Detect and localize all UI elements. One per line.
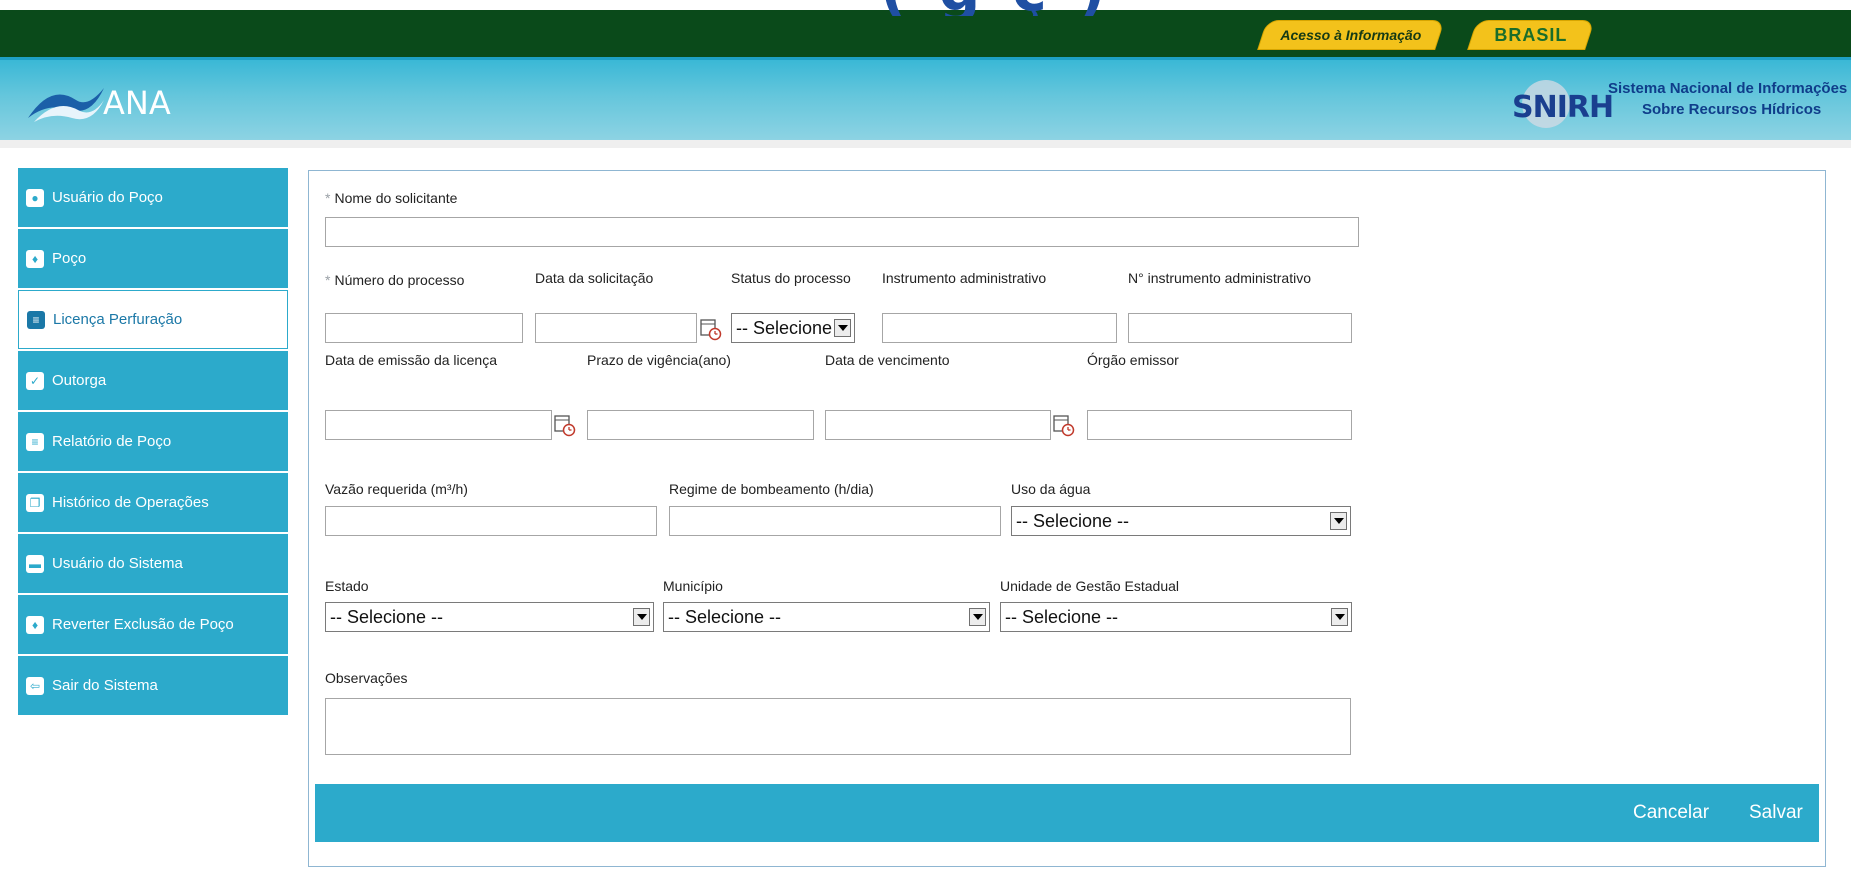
required-marker: * bbox=[325, 272, 331, 288]
calendar-icon[interactable] bbox=[554, 413, 576, 437]
access-information-label: Acesso à Informação bbox=[1280, 27, 1422, 43]
estado-label: Estado bbox=[325, 578, 369, 594]
nome-solicitante-label: * Nome do solicitante bbox=[325, 190, 457, 206]
sidebar-item-outorga[interactable]: ✓ Outorga bbox=[18, 351, 288, 410]
sidebar-item-label: Histórico de Operações bbox=[52, 494, 209, 511]
uso-agua-select[interactable]: -- Selecione -- bbox=[1011, 506, 1351, 536]
sidebar-item-label: Sair do Sistema bbox=[52, 677, 158, 694]
n-instrumento-admin-label: N° instrumento administrativo bbox=[1128, 270, 1311, 286]
ana-logo-text: ANA bbox=[103, 84, 171, 122]
nome-solicitante-input[interactable] bbox=[325, 217, 1359, 247]
vazao-requerida-input[interactable] bbox=[325, 506, 657, 536]
unidade-gestao-label: Unidade de Gestão Estadual bbox=[1000, 578, 1180, 594]
checklist-icon: ✓ bbox=[26, 371, 44, 390]
municipio-label: Município bbox=[663, 578, 723, 594]
form-action-bar: Cancelar Salvar bbox=[315, 784, 1819, 842]
license-form-panel: * Nome do solicitante * Número do processo… bbox=[308, 170, 1826, 867]
estado-value: -- Selecione -- bbox=[330, 607, 444, 627]
chevron-down-icon bbox=[969, 608, 986, 626]
cancel-button[interactable]: Cancelar bbox=[1633, 802, 1709, 824]
snirh-subtitle-line-1: Sistema Nacional de Informações bbox=[1608, 80, 1848, 97]
numero-processo-label: * Número do processo bbox=[325, 272, 464, 288]
orgao-emissor-input[interactable] bbox=[1087, 410, 1352, 440]
vazao-requerida-label: Vazão requerida (m³/h) bbox=[325, 481, 468, 497]
instrumento-admin-input[interactable] bbox=[882, 313, 1117, 343]
uso-agua-label: Uso da água bbox=[1011, 481, 1091, 497]
report-icon: ≡ bbox=[26, 432, 44, 451]
exit-icon: ⇦ bbox=[26, 676, 44, 695]
municipio-select[interactable]: -- Selecione -- bbox=[663, 602, 990, 632]
monitor-icon: ▬ bbox=[26, 554, 44, 573]
status-processo-value: -- Selecione -- bbox=[736, 318, 850, 338]
sidebar-item-reverter-exclusao-de-poco[interactable]: ♦ Reverter Exclusão de Poço bbox=[18, 595, 288, 654]
data-emissao-label: Data de emissão da licença bbox=[325, 352, 497, 368]
sidebar-item-label: Outorga bbox=[52, 372, 107, 389]
observacoes-textarea[interactable] bbox=[325, 698, 1351, 755]
required-marker: * bbox=[325, 190, 331, 206]
brasil-label: BRASIL bbox=[1494, 25, 1568, 45]
page: ( g ç ) Acesso à Informação BRASIL ANA S… bbox=[0, 0, 1851, 874]
sidebar-item-relatorio-de-poco[interactable]: ≡ Relatório de Poço bbox=[18, 412, 288, 471]
drop-icon: ♦ bbox=[26, 615, 44, 634]
user-icon: ● bbox=[26, 188, 44, 207]
sidebar-item-label: Usuário do Sistema bbox=[52, 555, 183, 572]
status-processo-select[interactable]: -- Selecione -- bbox=[731, 313, 855, 343]
data-solicitacao-label: Data da solicitação bbox=[535, 270, 654, 286]
numero-processo-label-text: Número do processo bbox=[334, 272, 465, 288]
municipio-value: -- Selecione -- bbox=[668, 607, 782, 627]
document-icon: ≡ bbox=[27, 310, 45, 329]
sidebar-item-label: Licença Perfuração bbox=[53, 311, 183, 328]
sidebar-item-label: Poço bbox=[52, 250, 87, 267]
access-information-link[interactable]: Acesso à Informação bbox=[1257, 20, 1445, 50]
nome-solicitante-label-text: Nome do solicitante bbox=[334, 190, 458, 206]
orgao-emissor-label: Órgão emissor bbox=[1087, 352, 1179, 368]
observacoes-label: Observações bbox=[325, 670, 408, 686]
ana-logo-icon bbox=[28, 88, 104, 122]
calendar-icon[interactable] bbox=[700, 317, 722, 341]
instrumento-admin-label: Instrumento administrativo bbox=[882, 270, 1047, 286]
estado-select[interactable]: -- Selecione -- bbox=[325, 602, 654, 632]
chevron-down-icon bbox=[834, 319, 851, 337]
data-emissao-input[interactable] bbox=[325, 410, 552, 440]
sidebar-item-licenca-perfuracao[interactable]: ≡ Licença Perfuração bbox=[18, 290, 288, 349]
sidebar-item-usuario-do-sistema[interactable]: ▬ Usuário do Sistema bbox=[18, 534, 288, 593]
status-processo-label: Status do processo bbox=[731, 270, 851, 286]
clipped-page-title: ( g ç ) bbox=[880, 0, 1851, 16]
sidebar-item-label: Usuário do Poço bbox=[52, 189, 163, 206]
brasil-link[interactable]: BRASIL bbox=[1467, 20, 1595, 50]
calendar-icon[interactable] bbox=[1053, 413, 1075, 437]
prazo-vigencia-label: Prazo de vigência(ano) bbox=[587, 352, 731, 368]
sidebar-menu: ● Usuário do Poço ♦ Poço ≡ Licença Perfu… bbox=[18, 168, 288, 717]
data-vencimento-input[interactable] bbox=[825, 410, 1051, 440]
data-vencimento-label: Data de vencimento bbox=[825, 352, 950, 368]
uso-agua-value: -- Selecione -- bbox=[1016, 511, 1130, 531]
unidade-gestao-select[interactable]: -- Selecione -- bbox=[1000, 602, 1352, 632]
sidebar-item-historico-de-operacoes[interactable]: ❐ Histórico de Operações bbox=[18, 473, 288, 532]
chevron-down-icon bbox=[633, 608, 650, 626]
prazo-vigencia-input[interactable] bbox=[587, 410, 814, 440]
history-icon: ❐ bbox=[26, 493, 44, 512]
n-instrumento-admin-input[interactable] bbox=[1128, 313, 1352, 343]
numero-processo-input[interactable] bbox=[325, 313, 523, 343]
sidebar-item-label: Relatório de Poço bbox=[52, 433, 172, 450]
sidebar-item-label: Reverter Exclusão de Poço bbox=[52, 616, 234, 633]
sidebar-item-usuario-do-poco[interactable]: ● Usuário do Poço bbox=[18, 168, 288, 227]
app-header: ANA SNIRH Sistema Nacional de Informaçõe… bbox=[0, 57, 1851, 140]
regime-bombeamento-label: Regime de bombeamento (h/dia) bbox=[669, 481, 874, 497]
data-solicitacao-input[interactable] bbox=[535, 313, 697, 343]
regime-bombeamento-input[interactable] bbox=[669, 506, 1001, 536]
chevron-down-icon bbox=[1331, 608, 1348, 626]
save-button[interactable]: Salvar bbox=[1749, 802, 1803, 824]
sidebar-item-sair-do-sistema[interactable]: ⇦ Sair do Sistema bbox=[18, 656, 288, 715]
snirh-subtitle-line-2: Sobre Recursos Hídricos bbox=[1642, 101, 1822, 118]
chevron-down-icon bbox=[1330, 512, 1347, 530]
snirh-logo-text: SNIRH bbox=[1512, 90, 1614, 125]
drop-icon: ♦ bbox=[26, 249, 44, 268]
unidade-gestao-value: -- Selecione -- bbox=[1005, 607, 1119, 627]
sidebar-item-poco[interactable]: ♦ Poço bbox=[18, 229, 288, 288]
